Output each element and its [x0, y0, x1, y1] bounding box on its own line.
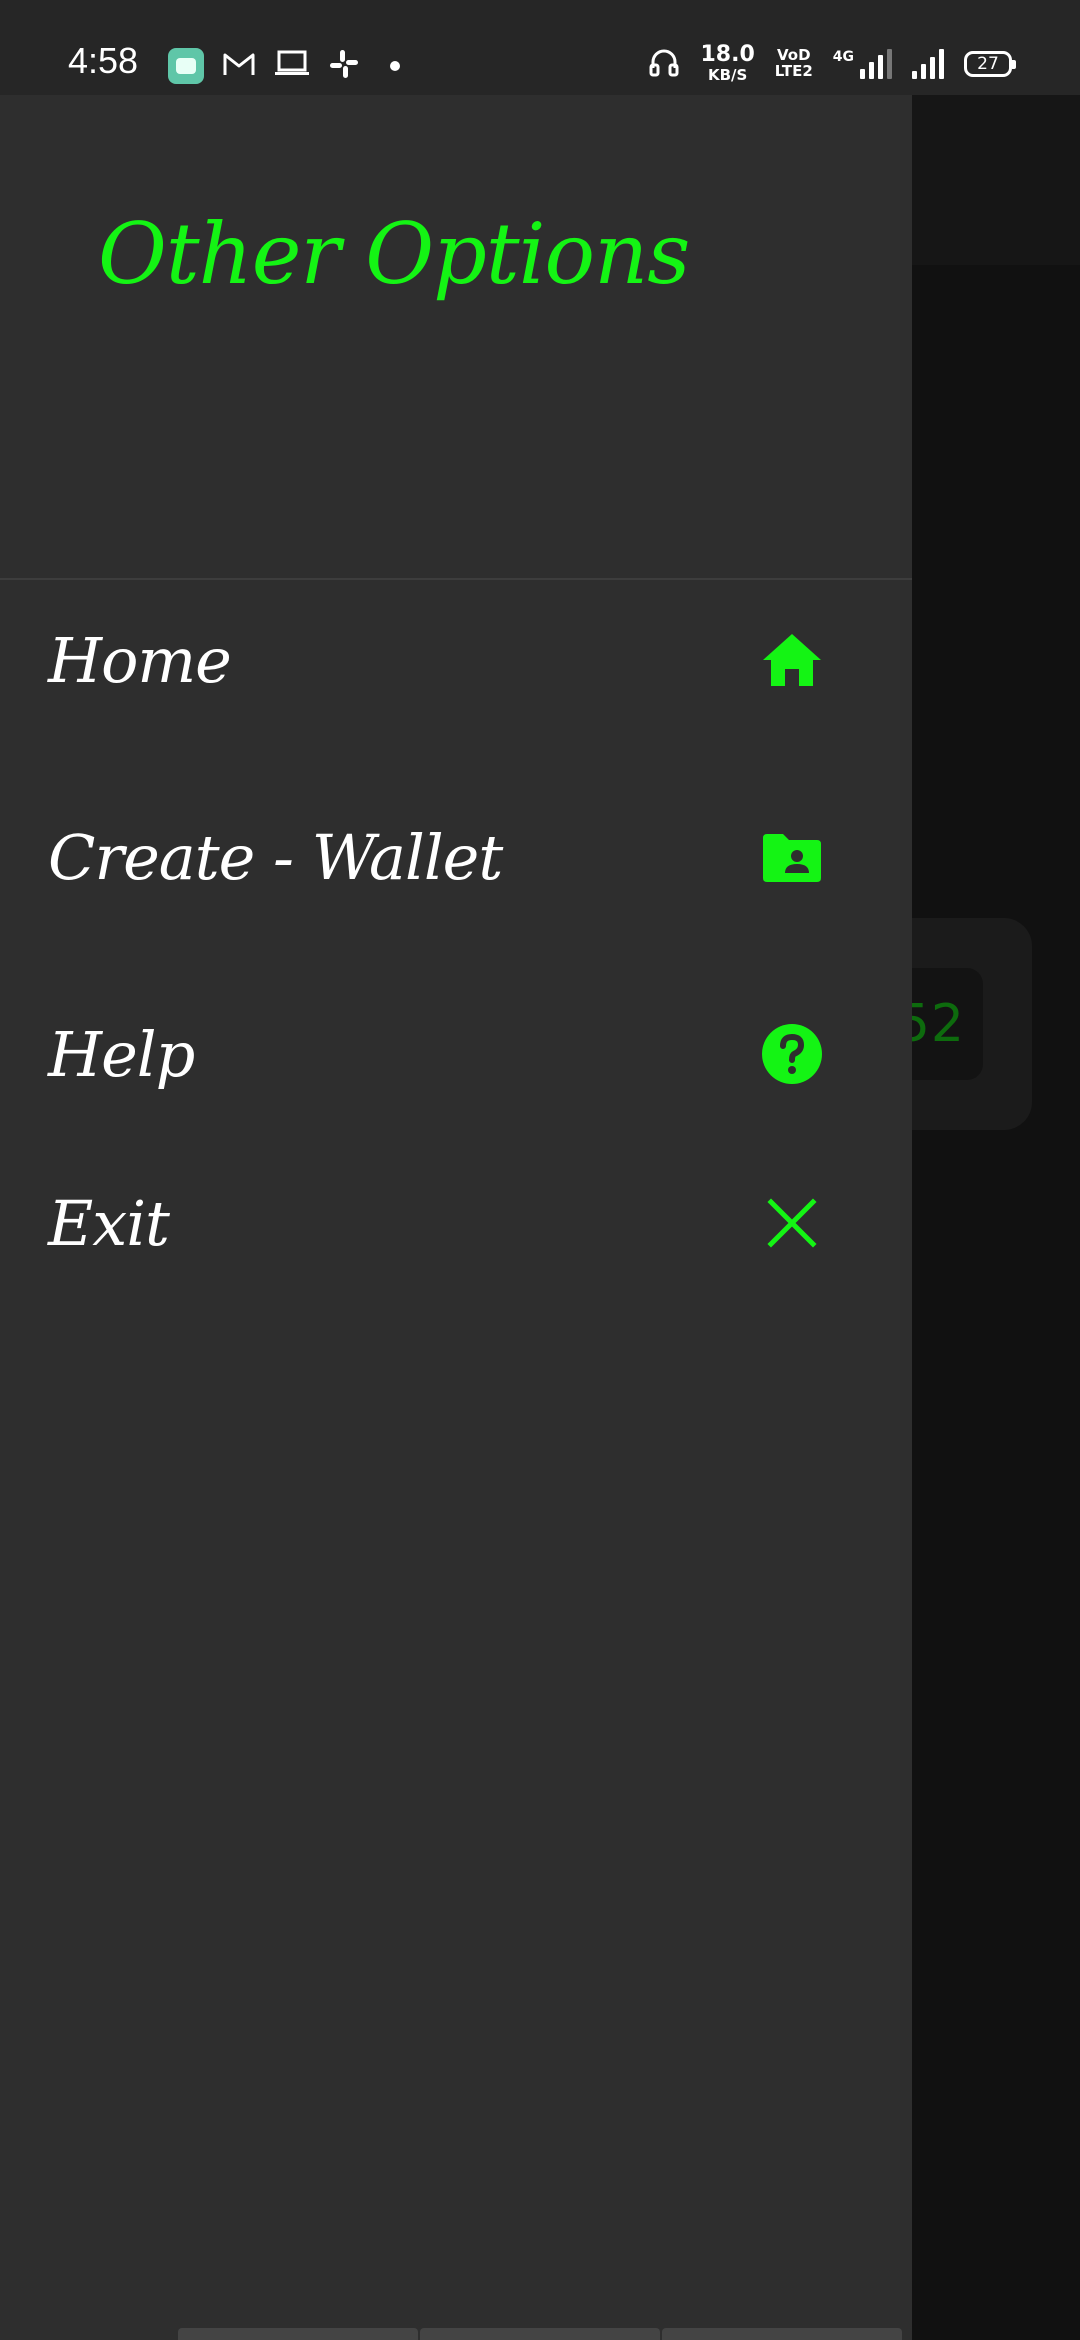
notification-icons	[168, 48, 400, 84]
menu-item-label: Create - Wallet	[48, 820, 503, 894]
menu-item-label: Help	[48, 1017, 195, 1091]
menu-item-create-wallet[interactable]: Create - Wallet	[0, 777, 912, 937]
folder-user-icon	[760, 825, 824, 889]
gmail-icon	[222, 50, 256, 82]
menu-item-help[interactable]: Help	[0, 974, 912, 1134]
help-circle-icon	[760, 1022, 824, 1086]
close-icon	[760, 1191, 824, 1255]
network-speed: 18.0 KB/S	[700, 42, 755, 84]
slack-icon	[328, 48, 360, 84]
menu-item-label: Home	[48, 623, 232, 697]
battery-icon: 27	[964, 50, 1016, 77]
status-bar: 4:58 18.0 KB/S VoD LTE2 4G 27	[0, 0, 1080, 95]
bottom-navigation-hint	[178, 2328, 902, 2340]
headphones-icon	[648, 46, 680, 82]
drawer-header: Other Options	[0, 95, 912, 580]
app-notification-icon	[168, 48, 204, 84]
screen: 52 4:58 18.0 KB/S VoD LTE2 4G 27 Other O…	[0, 0, 1080, 2340]
navigation-drawer: Other Options Home Create - Wallet Help …	[0, 95, 912, 2340]
home-icon	[760, 628, 824, 692]
signal-sim1-icon: 4G	[833, 48, 892, 79]
more-notifications-dot	[390, 61, 400, 71]
status-time: 4:58	[68, 40, 139, 81]
system-status-icons: 18.0 KB/S VoD LTE2 4G 27	[648, 42, 1016, 84]
volte-indicator: VoD LTE2	[774, 45, 813, 80]
menu-item-exit[interactable]: Exit	[0, 1143, 912, 1303]
menu-item-label: Exit	[48, 1186, 170, 1260]
signal-sim2-icon	[912, 48, 944, 79]
menu-item-home[interactable]: Home	[0, 580, 912, 740]
laptop-icon	[274, 49, 310, 83]
drawer-title: Other Options	[98, 205, 690, 303]
